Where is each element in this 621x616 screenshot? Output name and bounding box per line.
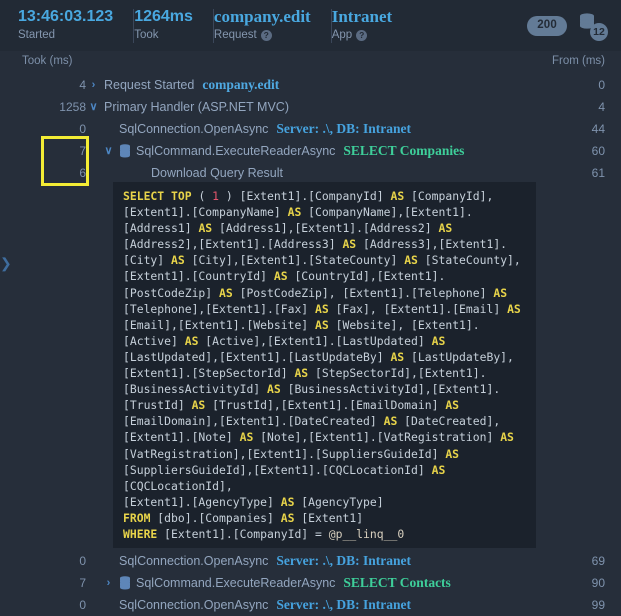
row-from-ms: 69 [591,554,605,568]
chevron-right-icon[interactable]: › [103,572,114,594]
header-stat-took: 1264ms Took [134,8,213,43]
sql-query-block[interactable]: SELECT TOP ( 1 ) [Extent1].[CompanyId] A… [113,182,536,548]
row-took-ms: 0 [79,122,86,136]
header-stat-value[interactable]: company.edit [214,8,311,26]
row-body: ∨ SqlCommand.ExecuteReaderAsync SELECT Com… [103,140,464,162]
database-stack-icon[interactable]: 12 [577,12,608,41]
sql-query-text: SELECT TOP ( 1 ) [Extent1].[CompanyId] A… [123,189,528,541]
timing-row[interactable]: 1258 ∨ Primary Handler (ASP.NET MVC) 4 [0,96,621,118]
chevron-down-icon[interactable]: ∨ [103,140,114,162]
row-from-ms: 99 [591,598,605,612]
column-header-from: From (ms) [551,55,605,67]
row-label: Download Query Result [151,166,284,180]
status-code-badge[interactable]: 200 [527,16,567,36]
row-detail: Server: .\, DB: Intranet [276,597,411,612]
header-stat-label-text: Request [213,29,257,41]
row-from-ms: 44 [591,122,605,136]
header-stat-value[interactable]: Intranet [332,8,392,26]
header-stat-app: Intranet App? [332,8,412,43]
row-body: Download Query Result [135,162,283,184]
header-badges: 200 12 [527,0,608,52]
row-label: Primary Handler (ASP.NET MVC) [104,100,289,114]
timing-row[interactable]: 7 ∨ SqlCommand.ExecuteReaderAsync SELECT Co… [0,140,621,162]
row-detail: Server: .\, DB: Intranet [276,121,411,136]
chevron-right-icon[interactable]: › [88,74,99,96]
row-took-ms: 1258 [59,100,86,114]
row-label: SqlCommand.ExecuteReaderAsync [136,576,336,590]
chevron-down-icon[interactable]: ∨ [88,96,99,118]
column-header-took: Took (ms) [22,55,73,67]
row-label: SqlConnection.OpenAsync [119,122,269,136]
row-detail: SELECT Companies [343,143,465,158]
row-from-ms: 90 [591,576,605,590]
timing-row[interactable]: 0 SqlConnection.OpenAsync Server: .\, DB: … [0,550,621,572]
row-body: SqlConnection.OpenAsync Server: .\, DB: I… [103,118,411,140]
timing-row[interactable]: 7 › SqlCommand.ExecuteReaderAsync SELECT Co… [0,572,621,594]
header-stat-label-text: Took [134,29,159,41]
row-from-ms: 0 [598,78,605,92]
header-stat-label-text: Started [18,29,56,41]
row-body: SqlConnection.OpenAsync Server: .\, DB: I… [103,550,411,572]
header-stat-label: Request? [214,27,311,43]
row-body: › Request Started company.edit [88,74,280,96]
database-icon [119,144,131,158]
row-from-ms: 4 [598,100,605,114]
timing-row[interactable]: 0 SqlConnection.OpenAsync Server: .\, DB: … [0,594,621,616]
row-from-ms: 61 [591,166,605,180]
row-body: › SqlCommand.ExecuteReaderAsync SELECT Con… [103,572,451,594]
help-circle-icon[interactable]: ? [260,29,272,41]
panel-expand-handle[interactable]: ❯ [0,252,12,274]
row-took-ms: 0 [79,554,86,568]
row-body: ∨ Primary Handler (ASP.NET MVC) [88,96,289,118]
summary-header: 13:46:03.123 Started 1264ms Took company.edi… [0,0,621,52]
header-stat-label: App? [332,27,392,43]
timing-row[interactable]: 0 SqlConnection.OpenAsync Server: .\, DB: … [0,118,621,140]
row-label: SqlConnection.OpenAsync [119,554,269,568]
row-label: SqlConnection.OpenAsync [119,598,269,612]
timing-row[interactable]: 6 Download Query Result 61 [0,162,621,184]
row-detail: Server: .\, DB: Intranet [276,553,411,568]
timing-tree-top: 4 › Request Started company.edit 0 1258 ∨ Prima… [0,74,621,184]
row-detail-link[interactable]: company.edit [202,74,279,96]
header-stat-request: company.edit Request? [214,8,331,43]
row-took-ms: 7 [79,144,86,158]
database-icon [119,576,131,590]
timing-tree-bottom: 0 SqlConnection.OpenAsync Server: .\, DB: … [0,550,621,616]
header-stat-value: 13:46:03.123 [18,8,114,25]
row-took-ms: 7 [79,576,86,590]
header-stat-label: Started [18,27,113,43]
header-stat-started: 13:46:03.123 Started [18,8,133,43]
row-took-ms: 4 [79,78,86,92]
header-stat-label: Took [134,27,193,43]
row-took-ms: 0 [79,598,86,612]
database-query-count: 12 [590,23,608,41]
row-label: SqlCommand.ExecuteReaderAsync [136,144,336,158]
row-took-ms: 6 [79,166,86,180]
row-body: SqlConnection.OpenAsync Server: .\, DB: I… [103,594,411,616]
header-stat-value: 1264ms [134,8,193,25]
row-from-ms: 60 [591,144,605,158]
row-detail: SELECT Contacts [343,575,451,590]
column-headers: Took (ms) From (ms) [0,52,621,74]
timing-row[interactable]: 4 › Request Started company.edit 0 [0,74,621,96]
row-label: Request Started [104,78,195,92]
header-stat-label-text: App [331,29,353,41]
help-circle-icon[interactable]: ? [356,29,368,41]
